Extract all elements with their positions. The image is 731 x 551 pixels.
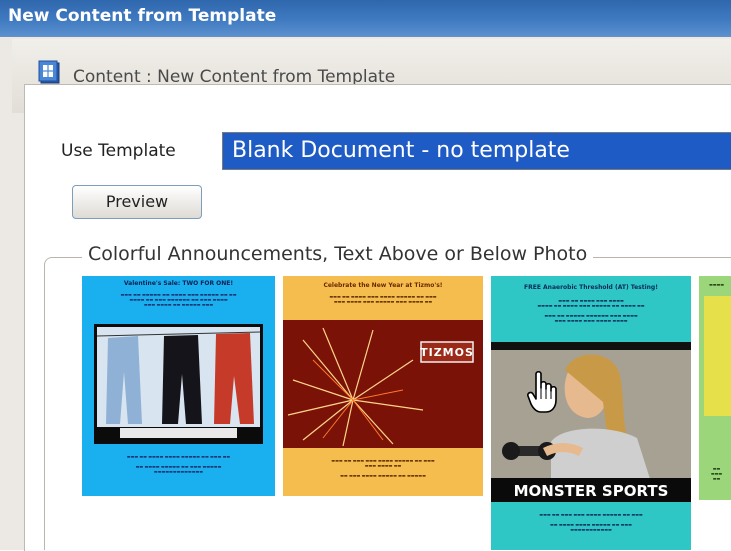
template-photo [704, 296, 731, 416]
template-heading: FREE Anaerobic Threshold (AT) Testing! [524, 284, 658, 291]
template-photo [94, 324, 263, 444]
template-footer: ▬▬ ▬▬▬ ▬▬ [710, 466, 723, 481]
template-heading: Celebrate the New Year at Tizmo's! [323, 282, 443, 289]
window-title: New Content from Template [8, 6, 277, 26]
template-footer: ▬▬▬ ▬▬ ▬▬▬▬ ▬▬▬▬ ▬▬▬▬▬ ▬▬ ▬▬▬ ▬▬ ▬▬ ▬▬▬▬ … [126, 454, 231, 474]
template-thumbnail-valentines[interactable]: Valentine's Sale: TWO FOR ONE! ▬▬▬ ▬▬ ▬▬… [82, 276, 275, 496]
template-group-legend: Colorful Announcements, Text Above or Be… [82, 243, 594, 265]
template-text: ▬▬▬▬ [708, 282, 725, 287]
template-photo: MONSTER SPORTS [491, 342, 691, 502]
template-thumbnail-monster-sports[interactable]: FREE Anaerobic Threshold (AT) Testing! ▬… [491, 276, 691, 550]
template-badge: TIZMOS [420, 346, 474, 359]
template-select[interactable]: Blank Document - no template [222, 132, 731, 170]
template-text: ▬▬▬ ▬▬ ▬▬▬▬ ▬▬▬ ▬▬▬▬ ▬▬▬▬ ▬▬ ▬▬▬▬ ▬▬▬ ▬▬▬… [537, 298, 645, 323]
template-text: ▬▬▬ ▬▬ ▬▬▬▬▬ ▬▬ ▬▬▬▬ ▬▬▬ ▬▬▬▬▬ ▬▬ ▬▬ ▬▬▬▬… [120, 292, 237, 307]
hand-cursor-icon [527, 370, 557, 413]
use-template-label: Use Template [61, 141, 176, 161]
window-titlebar[interactable]: New Content from Template [0, 0, 731, 37]
template-photo: TIZMOS [283, 320, 483, 448]
template-heading: Valentine's Sale: TWO FOR ONE! [123, 280, 234, 287]
template-footer: ▬▬▬ ▬▬ ▬▬▬ ▬▬▬ ▬▬▬▬ ▬▬▬▬▬ ▬▬ ▬▬▬ ▬▬▬ ▬▬▬▬… [331, 458, 435, 478]
template-footer: ▬▬▬ ▬▬ ▬▬▬ ▬▬▬ ▬▬▬▬ ▬▬▬▬▬ ▬▬ ▬▬▬ ▬▬ ▬▬▬▬ … [539, 512, 643, 532]
preview-button[interactable]: Preview [72, 185, 202, 219]
template-banner: MONSTER SPORTS [514, 482, 669, 500]
template-thumbnail-new-year[interactable]: Celebrate the New Year at Tizmo's! ▬▬▬ ▬… [283, 276, 483, 496]
template-select-value: Blank Document - no template [232, 138, 570, 163]
template-text: ▬▬▬ ▬▬ ▬▬▬▬ ▬▬▬ ▬▬▬▬ ▬▬▬▬▬ ▬▬ ▬▬▬ ▬▬▬ ▬▬▬… [329, 294, 437, 304]
template-thumbnail-partial[interactable]: ▬▬▬▬ ▬▬ ▬▬▬ ▬▬ [699, 276, 731, 500]
content-icon [38, 60, 60, 84]
